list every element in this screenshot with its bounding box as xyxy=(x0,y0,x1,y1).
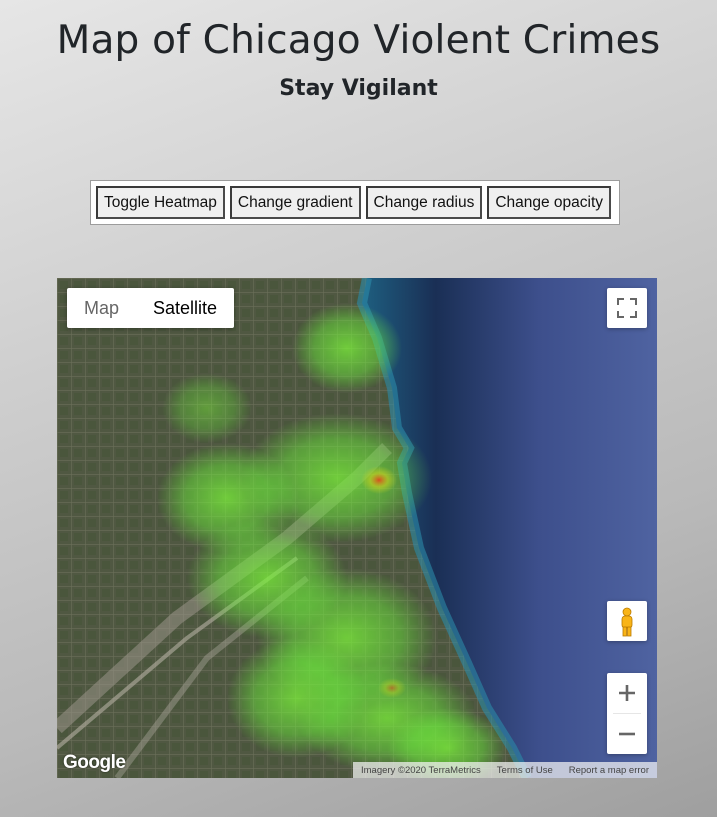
report-map-error-link[interactable]: Report a map error xyxy=(569,765,649,776)
map-type-map-button[interactable]: Map xyxy=(67,288,136,328)
fullscreen-button[interactable] xyxy=(607,288,647,328)
change-gradient-button[interactable]: Change gradient xyxy=(229,186,361,219)
street-view-button[interactable] xyxy=(607,601,647,641)
change-opacity-button[interactable]: Change opacity xyxy=(487,186,612,219)
imagery-attribution: Imagery ©2020 TerraMetrics xyxy=(360,764,481,776)
zoom-control xyxy=(607,673,647,754)
fullscreen-icon xyxy=(617,298,637,318)
map-canvas[interactable]: Map Satellite Google Imagery ©2020 Terra… xyxy=(57,278,657,778)
zoom-out-button[interactable] xyxy=(607,714,647,754)
zoom-out-icon xyxy=(619,732,635,736)
satellite-imagery xyxy=(57,278,657,778)
pegman-icon xyxy=(621,607,633,637)
heatmap-control-panel: Toggle Heatmap Change gradient Change ra… xyxy=(90,180,620,225)
zoom-in-icon xyxy=(619,685,635,701)
page-title: Map of Chicago Violent Crimes xyxy=(56,18,661,63)
zoom-in-button[interactable] xyxy=(607,673,647,713)
google-logo[interactable]: Google xyxy=(63,752,126,774)
map-attribution-bar: Imagery ©2020 TerraMetrics Terms of Use … xyxy=(353,762,657,778)
toggle-heatmap-button[interactable]: Toggle Heatmap xyxy=(96,186,225,219)
map-type-satellite-button[interactable]: Satellite xyxy=(136,288,234,328)
terms-of-use-link[interactable]: Terms of Use xyxy=(497,765,553,776)
change-radius-button[interactable]: Change radius xyxy=(365,186,483,219)
page-subtitle: Stay Vigilant xyxy=(279,76,438,101)
map-type-control: Map Satellite xyxy=(67,288,235,328)
